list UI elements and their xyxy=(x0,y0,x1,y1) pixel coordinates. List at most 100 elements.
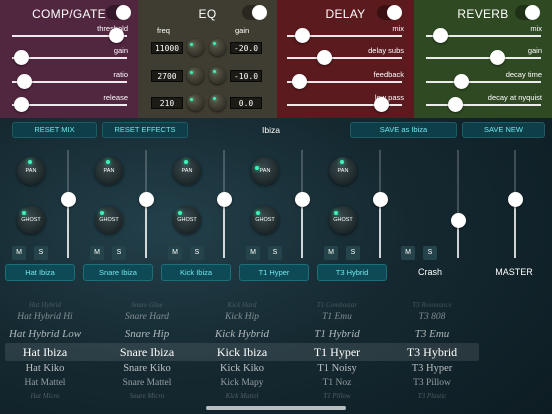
solo-button[interactable]: S xyxy=(34,246,48,260)
reverb-slider-track[interactable] xyxy=(426,104,541,106)
eq-gain-value[interactable]: -10.0 xyxy=(230,70,262,82)
picker-item[interactable]: Hat Hybrid Hi xyxy=(0,312,95,322)
delay-slider-knob[interactable] xyxy=(294,28,310,43)
reset-mix-button[interactable]: RESET MIX xyxy=(12,122,97,138)
pan-knob[interactable]: PAN xyxy=(17,157,45,185)
eq-freq-knob[interactable] xyxy=(187,39,204,56)
channel-sound-button[interactable]: T1 Hyper xyxy=(239,264,309,281)
picker-item[interactable]: Snare Ibiza xyxy=(97,345,197,360)
eq-freq-value[interactable]: 210 xyxy=(151,97,183,109)
picker-item[interactable]: Snare Kiko xyxy=(97,363,197,374)
fader-knob[interactable] xyxy=(373,191,388,207)
reverb-toggle[interactable] xyxy=(515,5,540,20)
delay-slider-knob[interactable] xyxy=(291,74,307,89)
eq-freq-value[interactable]: 2700 xyxy=(151,70,183,82)
picker-item[interactable]: Hat Mattel xyxy=(0,378,95,388)
delay-slider-knob[interactable] xyxy=(316,50,332,65)
picker-item[interactable]: Kick Hard xyxy=(192,301,292,309)
eq-freq-value[interactable]: 11000 xyxy=(151,42,183,54)
comp-slider-track[interactable] xyxy=(12,57,127,59)
solo-button[interactable]: S xyxy=(112,246,126,260)
ghost-knob[interactable]: GHOST xyxy=(329,206,357,234)
picker-item[interactable]: T3 808 xyxy=(382,312,482,322)
reverb-slider-track[interactable] xyxy=(426,81,541,83)
picker-item[interactable]: T3 Hyper xyxy=(382,363,482,374)
picker-item[interactable]: Hat Hybrid xyxy=(0,301,95,309)
picker-item[interactable]: T3 Pillow xyxy=(382,378,482,388)
reset-effects-button[interactable]: RESET EFFECTS xyxy=(102,122,188,138)
picker-item[interactable]: Hat Kiko xyxy=(0,363,95,374)
delay-slider-track[interactable] xyxy=(287,57,402,59)
home-indicator[interactable] xyxy=(206,406,346,410)
channel-sound-button[interactable]: Hat Ibiza xyxy=(5,264,75,281)
solo-button[interactable]: S xyxy=(190,246,204,260)
mute-button[interactable]: M xyxy=(90,246,104,260)
reverb-slider-knob[interactable] xyxy=(447,97,463,112)
picker-item[interactable]: Kick Ibiza xyxy=(192,345,292,360)
eq-gain-value[interactable]: -20.0 xyxy=(230,42,262,54)
eq-freq-knob[interactable] xyxy=(187,94,204,111)
ghost-knob[interactable]: GHOST xyxy=(173,206,201,234)
pan-knob[interactable]: PAN xyxy=(251,157,279,185)
comp-slider-knob[interactable] xyxy=(16,74,32,89)
reverb-slider-knob[interactable] xyxy=(432,28,448,43)
mute-button[interactable]: M xyxy=(324,246,338,260)
mute-button[interactable]: M xyxy=(401,246,415,260)
comp-gate-toggle[interactable] xyxy=(106,5,131,20)
comp-slider-knob[interactable] xyxy=(14,97,30,112)
picker-item[interactable]: Kick Hybrid xyxy=(192,328,292,340)
channel-sound-button[interactable]: T3 Hybrid xyxy=(317,264,387,281)
picker-item[interactable]: Snare Hard xyxy=(97,312,197,322)
mute-button[interactable]: M xyxy=(12,246,26,260)
eq-gain-knob[interactable] xyxy=(209,67,226,84)
comp-slider-knob[interactable] xyxy=(14,50,30,65)
pan-knob[interactable]: PAN xyxy=(173,157,201,185)
solo-button[interactable]: S xyxy=(268,246,282,260)
eq-gain-knob[interactable] xyxy=(209,39,226,56)
solo-button[interactable]: S xyxy=(346,246,360,260)
reverb-slider-track[interactable] xyxy=(426,57,541,59)
picker-item[interactable]: Hat Micro xyxy=(0,392,95,400)
picker-item[interactable]: T1 Noisy xyxy=(287,363,387,374)
solo-button[interactable]: S xyxy=(423,246,437,260)
picker-item[interactable]: Snare Micro xyxy=(97,392,197,400)
eq-gain-value[interactable]: 0.0 xyxy=(230,97,262,109)
eq-freq-knob[interactable] xyxy=(187,67,204,84)
delay-slider-knob[interactable] xyxy=(374,97,390,112)
picker-item[interactable]: T1 Noz xyxy=(287,378,387,388)
picker-item[interactable]: T1 Pillow xyxy=(287,392,387,400)
comp-slider-track[interactable] xyxy=(12,104,127,106)
fader-knob[interactable] xyxy=(61,191,76,207)
picker-item[interactable]: Snare Glue xyxy=(97,301,197,309)
fader-knob[interactable] xyxy=(508,191,523,207)
ghost-knob[interactable]: GHOST xyxy=(17,206,45,234)
comp-slider-knob[interactable] xyxy=(108,28,124,43)
eq-toggle[interactable] xyxy=(242,5,267,20)
pan-knob[interactable]: PAN xyxy=(329,157,357,185)
picker-item[interactable]: T3 Resonance xyxy=(382,301,482,309)
ghost-knob[interactable]: GHOST xyxy=(251,206,279,234)
eq-gain-knob[interactable] xyxy=(209,94,226,111)
picker-item[interactable]: Kick Mapy xyxy=(192,378,292,388)
picker-item[interactable]: Hat Hybrid Low xyxy=(0,328,95,340)
fader-knob[interactable] xyxy=(139,191,154,207)
save-new-button[interactable]: SAVE NEW xyxy=(462,122,545,138)
picker-item[interactable]: Kick Kiko xyxy=(192,363,292,374)
picker-item[interactable]: T1 Emu xyxy=(287,312,387,322)
picker-item[interactable]: Kick Hip xyxy=(192,312,292,322)
save-as-button[interactable]: SAVE as Ibiza xyxy=(350,122,457,138)
channel-sound-button[interactable]: Snare Ibiza xyxy=(83,264,153,281)
mute-button[interactable]: M xyxy=(246,246,260,260)
picker-item[interactable]: T1 Hyper xyxy=(287,345,387,360)
picker-item[interactable]: T3 Emu xyxy=(382,328,482,340)
fader-knob[interactable] xyxy=(451,213,466,229)
reverb-slider-knob[interactable] xyxy=(490,50,506,65)
picker-item[interactable]: T1 Hybrid xyxy=(287,328,387,340)
reverb-slider-knob[interactable] xyxy=(453,74,469,89)
picker-item[interactable]: Snare Mattel xyxy=(97,378,197,388)
picker-item[interactable]: T3 Plastic xyxy=(382,392,482,400)
picker-item[interactable]: Kick Mattel xyxy=(192,392,292,400)
picker-item[interactable]: T3 Hybrid xyxy=(382,345,482,360)
ghost-knob[interactable]: GHOST xyxy=(95,206,123,234)
mute-button[interactable]: M xyxy=(168,246,182,260)
